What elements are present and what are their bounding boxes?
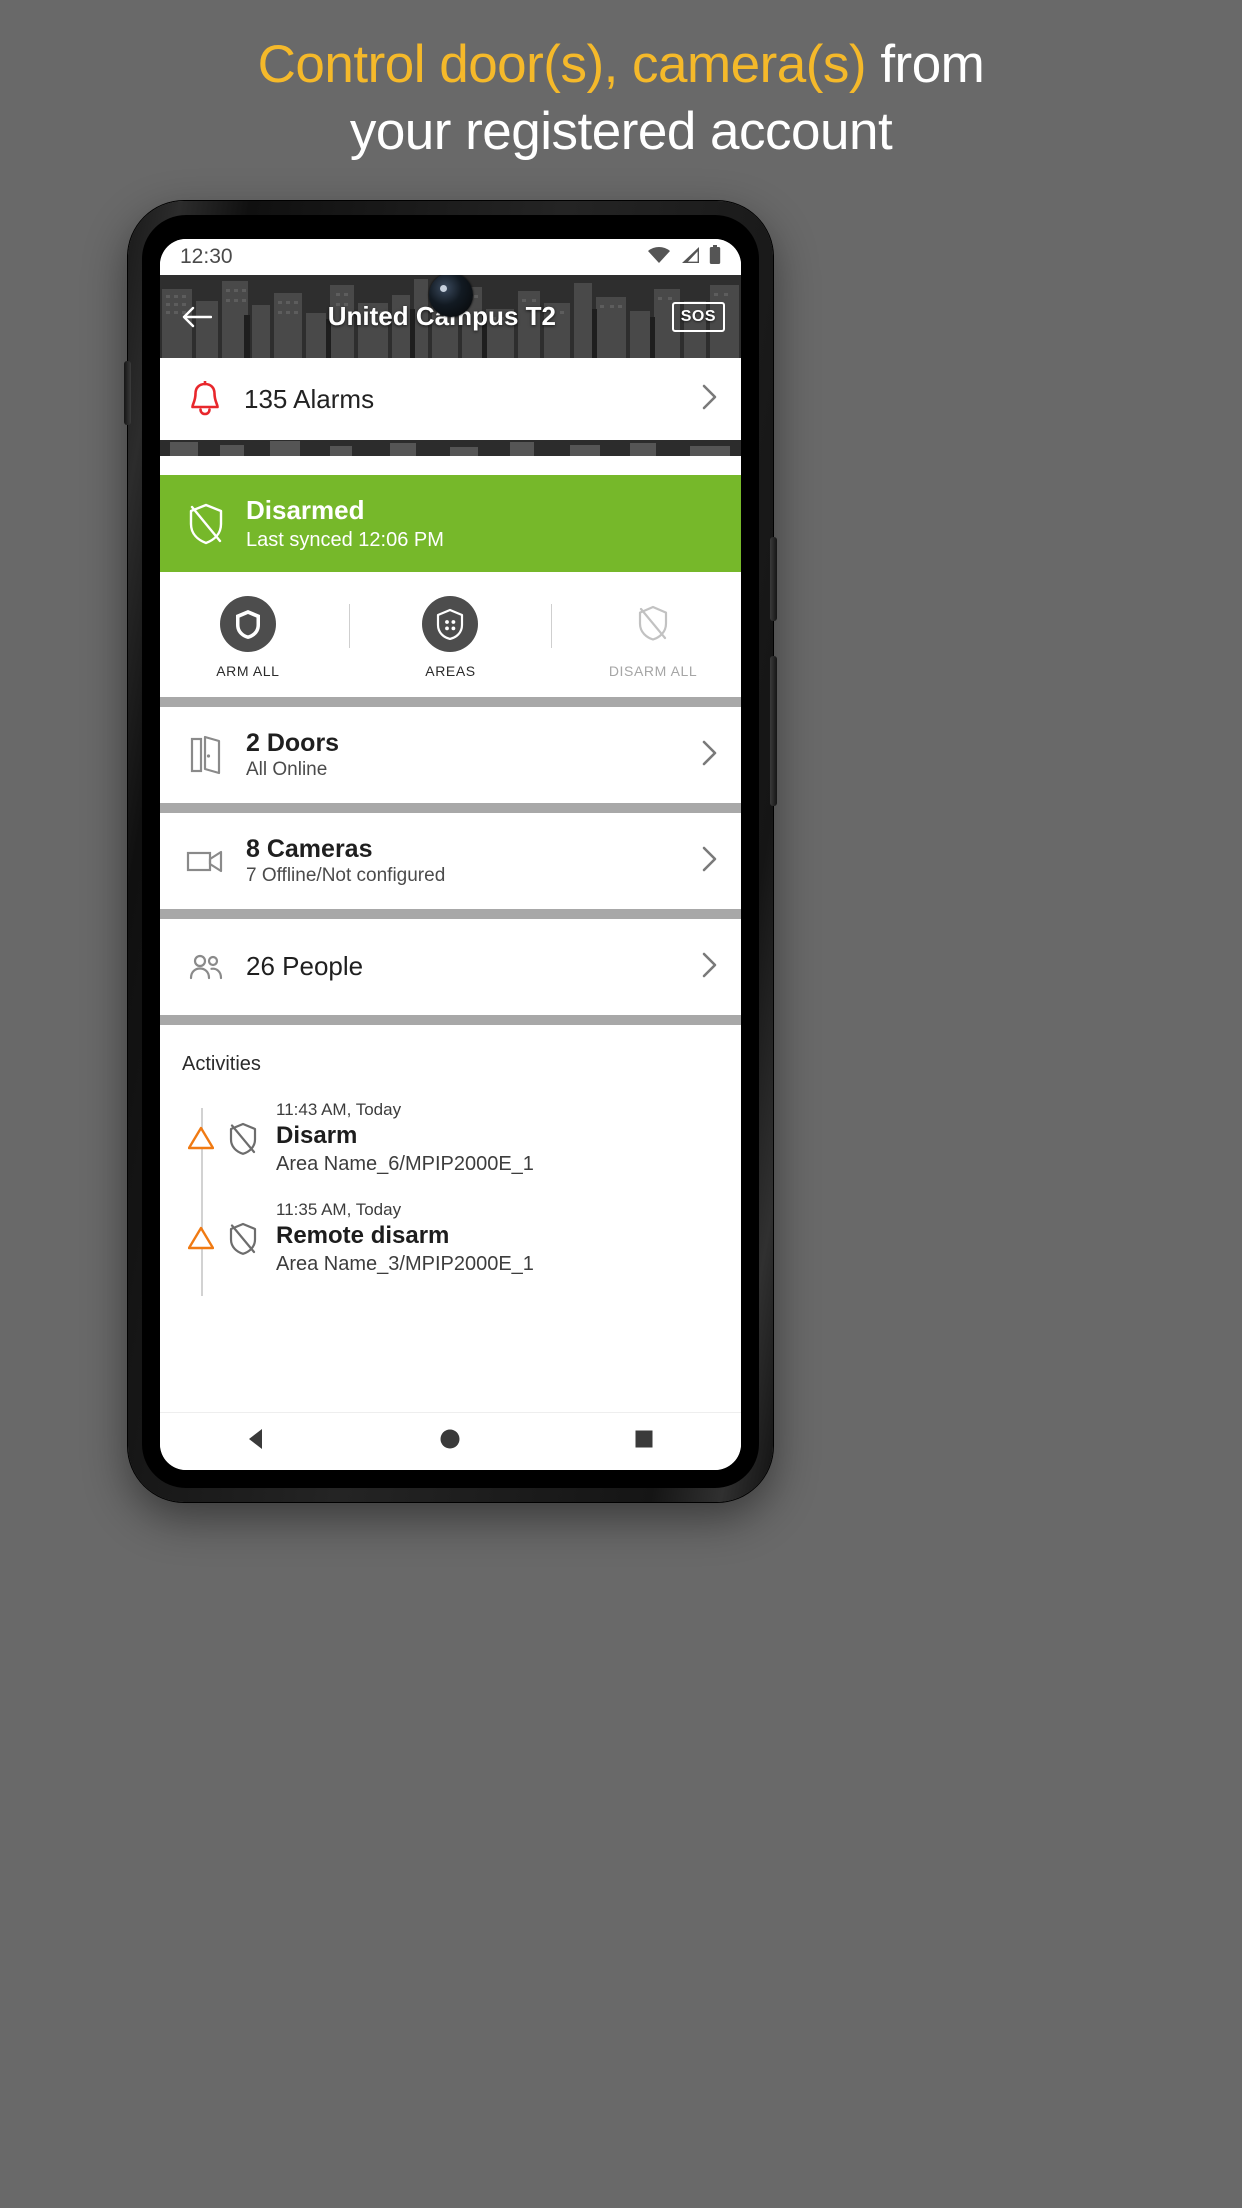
phone-screen: 12:30 United Campus T2 SOS 135 Alarms Di… (160, 239, 741, 1470)
people-row[interactable]: 26 People (160, 919, 741, 1015)
nav-recents-icon[interactable] (631, 1426, 657, 1457)
warning-triangle-icon (182, 1200, 220, 1250)
shield-slash-icon (182, 502, 230, 546)
status-bar-icons (647, 244, 721, 270)
chevron-right-icon (699, 950, 719, 985)
android-nav-bar (160, 1412, 741, 1470)
people-title: 26 People (246, 951, 364, 982)
shield-slash-disabled-icon (625, 596, 681, 652)
door-icon (182, 735, 230, 775)
promo-headline-line1: Control door(s), camera(s) from (258, 35, 985, 94)
activity-subtitle: Area Name_6/MPIP2000E_1 (276, 1152, 534, 1175)
cameras-title: 8 Cameras (246, 834, 373, 863)
shield-areas-icon (422, 596, 479, 652)
chevron-right-icon (699, 844, 719, 879)
signal-icon (680, 246, 700, 269)
phone-power-button[interactable] (770, 537, 777, 621)
alarms-row[interactable]: 135 Alarms (160, 358, 741, 440)
action-divider-1 (348, 603, 350, 648)
chevron-right-icon (699, 738, 719, 773)
people-icon (182, 953, 230, 981)
activities-heading: Activities (182, 1053, 261, 1075)
shield-slash-icon (220, 1200, 266, 1256)
arm-status-banner[interactable]: Disarmed Last synced 12:06 PM (160, 475, 741, 572)
status-banner-subtitle: Last synced 12:06 PM (246, 529, 444, 552)
cameras-subtitle: 7 Offline/Not configured (246, 865, 446, 887)
battery-icon (709, 244, 721, 270)
status-banner-title: Disarmed (246, 494, 365, 525)
section-divider-4 (160, 1015, 741, 1025)
section-divider-3 (160, 909, 741, 919)
sos-button[interactable]: SOS (671, 301, 725, 332)
activities-list: 11:43 AM, Today Disarm Area Name_6/MPIP2… (160, 1090, 741, 1296)
system-status-bar: 12:30 (160, 239, 741, 275)
app-header: United Campus T2 SOS (160, 275, 741, 358)
nav-back-icon[interactable] (244, 1426, 270, 1457)
areas-label: AREAS (425, 663, 476, 679)
shield-icon (219, 596, 276, 652)
phone-volume-button[interactable] (770, 656, 777, 806)
activities-section: Activities 11:43 AM, Today Disarm Area N… (160, 1025, 741, 1412)
nav-home-icon[interactable] (437, 1426, 463, 1457)
phone-bezel: 12:30 United Campus T2 SOS 135 Alarms Di… (142, 215, 759, 1488)
arm-all-label: ARM ALL (216, 663, 280, 679)
front-camera-notch (428, 275, 473, 317)
promo-headline: Control door(s), camera(s) from your reg… (0, 35, 1242, 162)
bell-icon (182, 381, 228, 417)
areas-button[interactable]: AREAS (375, 596, 525, 679)
section-divider-2 (160, 803, 741, 813)
phone-mockup: 12:30 United Campus T2 SOS 135 Alarms Di… (124, 201, 777, 1502)
disarm-all-button[interactable]: DISARM ALL (578, 596, 728, 679)
alarms-label: 135 Alarms (244, 383, 375, 414)
activity-time: 11:43 AM, Today (276, 1100, 402, 1119)
shield-slash-icon (220, 1100, 266, 1156)
activity-subtitle: Area Name_3/MPIP2000E_1 (276, 1252, 534, 1275)
doors-subtitle: All Online (246, 759, 328, 781)
arm-all-button[interactable]: ARM ALL (173, 596, 323, 679)
promo-headline-accent: Control door(s), camera(s) (257, 35, 867, 94)
quick-actions-bar: ARM ALL AREAS DISARM ALL (160, 572, 741, 697)
activity-time: 11:35 AM, Today (276, 1199, 402, 1219)
status-bar-clock: 12:30 (180, 245, 233, 268)
activity-item[interactable]: 11:43 AM, Today Disarm Area Name_6/MPIP2… (182, 1090, 741, 1190)
skyline-strip (160, 440, 741, 475)
camera-icon (182, 847, 230, 875)
skyline-strip-image (160, 440, 741, 475)
disarm-all-label: DISARM ALL (608, 663, 698, 679)
promo-headline-line2: your registered account (349, 102, 893, 162)
section-divider-1 (160, 697, 741, 707)
cameras-row[interactable]: 8 Cameras 7 Offline/Not configured (160, 813, 741, 909)
phone-left-button[interactable] (124, 361, 131, 425)
activity-title: Disarm (276, 1122, 358, 1149)
wifi-icon (647, 246, 671, 269)
doors-row[interactable]: 2 Doors All Online (160, 707, 741, 803)
activity-title: Remote disarm (276, 1221, 450, 1249)
action-divider-2 (551, 603, 553, 648)
promo-headline-rest: from (866, 35, 985, 94)
warning-triangle-icon (182, 1100, 220, 1150)
chevron-right-icon (699, 382, 719, 417)
activity-item[interactable]: 11:35 AM, Today Remote disarm Area Name_… (182, 1190, 741, 1290)
doors-title: 2 Doors (246, 728, 340, 757)
